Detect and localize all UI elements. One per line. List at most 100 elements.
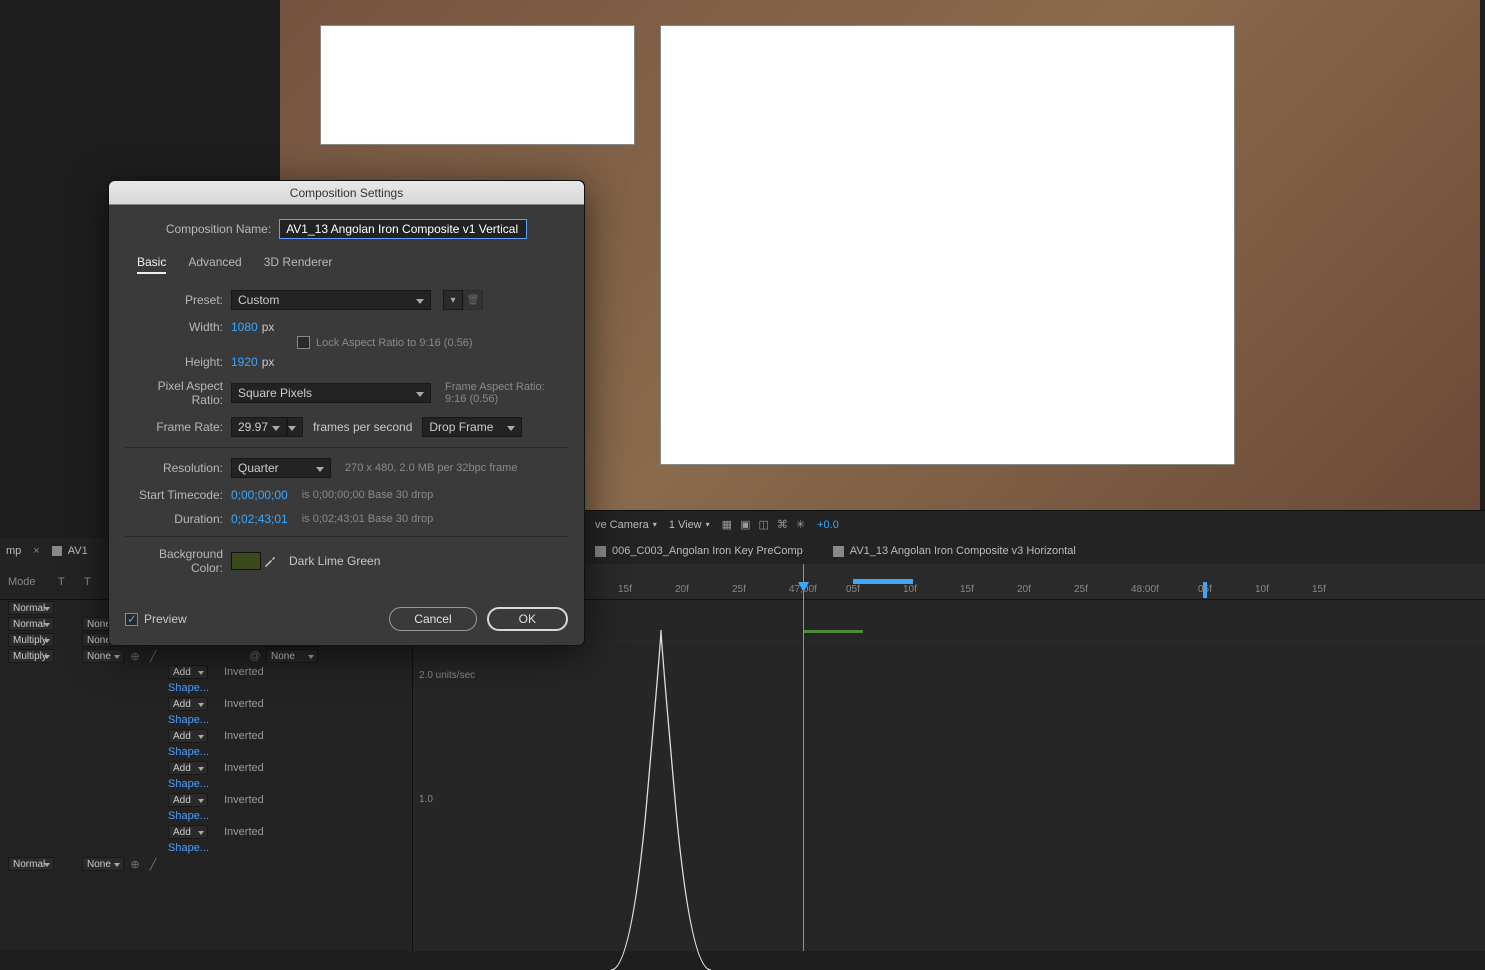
mask-mode-dropdown[interactable]: Add	[168, 761, 208, 775]
composition-settings-dialog: Composition Settings Composition Name: B…	[108, 180, 585, 646]
cached-frames-bar	[803, 630, 863, 633]
preset-dropdown[interactable]: Custom	[231, 290, 431, 310]
inverted-label[interactable]: Inverted	[212, 794, 264, 806]
resolution-dropdown[interactable]: Quarter	[231, 458, 331, 478]
duration-hint: is 0;02;43;01 Base 30 drop	[302, 513, 433, 525]
view-count-dropdown[interactable]: 1 View▾	[669, 519, 710, 531]
width-value[interactable]: 1080	[231, 320, 258, 334]
bg-color-swatch[interactable]	[231, 552, 261, 570]
mask-shape-link[interactable]: Shape...	[8, 778, 209, 790]
save-preset-icon[interactable]: ▾	[443, 290, 463, 310]
drop-frame-dropdown[interactable]: Drop Frame	[422, 417, 522, 437]
mask-shape-link[interactable]: Shape...	[8, 714, 209, 726]
line-icon: ╱	[146, 650, 160, 663]
snap-icon[interactable]: ⌘	[777, 518, 788, 531]
lock-aspect-checkbox[interactable]	[297, 336, 310, 349]
line-icon: ╱	[146, 858, 160, 871]
start-timecode-value[interactable]: 0;00;00;00	[231, 488, 288, 502]
fps-label: frames per second	[313, 420, 412, 434]
far-value: 9:16 (0.56)	[445, 393, 545, 405]
composition-icon	[833, 546, 844, 557]
bg-color-label: Background Color:	[125, 547, 231, 575]
inverted-label[interactable]: Inverted	[212, 666, 264, 678]
tab-3d-renderer[interactable]: 3D Renderer	[264, 255, 333, 274]
composition-icon	[595, 546, 606, 557]
track-matte-dropdown[interactable]: None	[82, 857, 124, 871]
frame-rate-chevron[interactable]	[287, 417, 303, 437]
speed-graph[interactable]: 2.0 units/sec 1.0	[413, 600, 1485, 951]
layer-row[interactable]: Multiply None ⊕ ╱ @ None	[0, 648, 412, 664]
resolution-label: Resolution:	[125, 461, 231, 475]
inverted-label[interactable]: Inverted	[212, 730, 264, 742]
preview-checkbox[interactable]	[125, 613, 138, 626]
start-timecode-label: Start Timecode:	[125, 488, 231, 502]
dialog-title: Composition Settings	[109, 181, 584, 205]
comp-name-input[interactable]	[279, 219, 527, 239]
panel-tab-b[interactable]: AV1	[68, 545, 88, 557]
guides-icon[interactable]: ▣	[740, 518, 750, 531]
mask-mode-dropdown[interactable]: Add	[168, 665, 208, 679]
lock-aspect-label: Lock Aspect Ratio to 9:16 (0.56)	[316, 337, 473, 349]
preview-label: Preview	[144, 612, 187, 626]
blend-mode-dropdown[interactable]: Normal	[8, 617, 54, 631]
inverted-label[interactable]: Inverted	[212, 762, 264, 774]
mask-mode-dropdown[interactable]: Add	[168, 729, 208, 743]
composition-tab-bar: 006_C003_Angolan Iron Key PreComp AV1_13…	[585, 538, 1485, 564]
mask-mode-dropdown[interactable]: Add	[168, 793, 208, 807]
active-camera-dropdown[interactable]: ve Camera▾	[595, 519, 657, 531]
cancel-button[interactable]: Cancel	[389, 607, 476, 631]
comp-tab-horizontal[interactable]: AV1_13 Angolan Iron Composite v3 Horizon…	[833, 545, 1076, 557]
blend-mode-dropdown[interactable]: Multiply	[8, 633, 54, 647]
panel-tab-a[interactable]: mp	[6, 545, 21, 557]
comp-name-label: Composition Name:	[166, 222, 271, 236]
mask-shape-link[interactable]: Shape...	[8, 842, 209, 854]
bg-color-name: Dark Lime Green	[289, 554, 380, 568]
graph-y-label: 2.0 units/sec	[419, 670, 475, 681]
preview-mask-small	[320, 25, 635, 145]
comp-tab-precomp[interactable]: 006_C003_Angolan Iron Key PreComp	[595, 545, 803, 557]
exposure-icon[interactable]: ✳	[796, 518, 805, 531]
blend-mode-dropdown[interactable]: Normal	[8, 857, 54, 871]
height-value[interactable]: 1920	[231, 355, 258, 369]
speed-curve	[591, 630, 731, 970]
duration-value[interactable]: 0;02;43;01	[231, 512, 288, 526]
parent-pickwhip-icon[interactable]: ⊕	[128, 650, 142, 663]
duration-label: Duration:	[125, 512, 231, 526]
height-label: Height:	[125, 355, 231, 369]
tab-advanced[interactable]: Advanced	[188, 255, 241, 274]
playhead[interactable]	[803, 564, 804, 951]
eyedropper-icon[interactable]	[261, 552, 279, 570]
panel-tab-bar: mp × AV1	[0, 538, 108, 564]
blend-mode-dropdown[interactable]: Multiply	[8, 649, 54, 663]
ok-button[interactable]: OK	[487, 607, 568, 631]
parent-pickwhip-icon[interactable]: ⊕	[128, 858, 142, 871]
blend-mode-dropdown[interactable]: Normal	[8, 601, 54, 615]
mask-mode-dropdown[interactable]: Add	[168, 825, 208, 839]
mask-shape-link[interactable]: Shape...	[8, 810, 209, 822]
grid-icon[interactable]: ▦	[722, 518, 732, 531]
delete-preset-icon[interactable]: 🗑	[463, 290, 483, 310]
tab-basic[interactable]: Basic	[137, 255, 166, 274]
far-label: Frame Aspect Ratio:	[445, 381, 545, 393]
preview-mask-large	[660, 25, 1235, 465]
mask-shape-link[interactable]: Shape...	[8, 746, 209, 758]
par-dropdown[interactable]: Square Pixels	[231, 383, 431, 403]
preset-label: Preset:	[125, 293, 231, 307]
start-timecode-hint: is 0;00;00;00 Base 30 drop	[302, 489, 433, 501]
inverted-label[interactable]: Inverted	[212, 698, 264, 710]
layer-row[interactable]: Normal None ⊕ ╱	[0, 856, 412, 872]
track-matte-dropdown[interactable]: None	[82, 649, 124, 663]
par-label: Pixel Aspect Ratio:	[125, 379, 231, 407]
mask-icon[interactable]: ◫	[758, 518, 768, 531]
parent-dropdown[interactable]: None	[266, 649, 318, 663]
width-label: Width:	[125, 320, 231, 334]
resolution-hint: 270 x 480, 2.0 MB per 32bpc frame	[345, 462, 517, 474]
mask-mode-dropdown[interactable]: Add	[168, 697, 208, 711]
mask-shape-link[interactable]: Shape...	[8, 682, 209, 694]
close-tab-icon[interactable]: ×	[27, 545, 45, 557]
frame-rate-input[interactable]: 29.97	[231, 417, 287, 437]
inverted-label[interactable]: Inverted	[212, 826, 264, 838]
exposure-value[interactable]: +0.0	[817, 519, 839, 531]
expr-icon[interactable]: @	[248, 650, 262, 662]
dialog-tabs: Basic Advanced 3D Renderer	[137, 255, 568, 274]
